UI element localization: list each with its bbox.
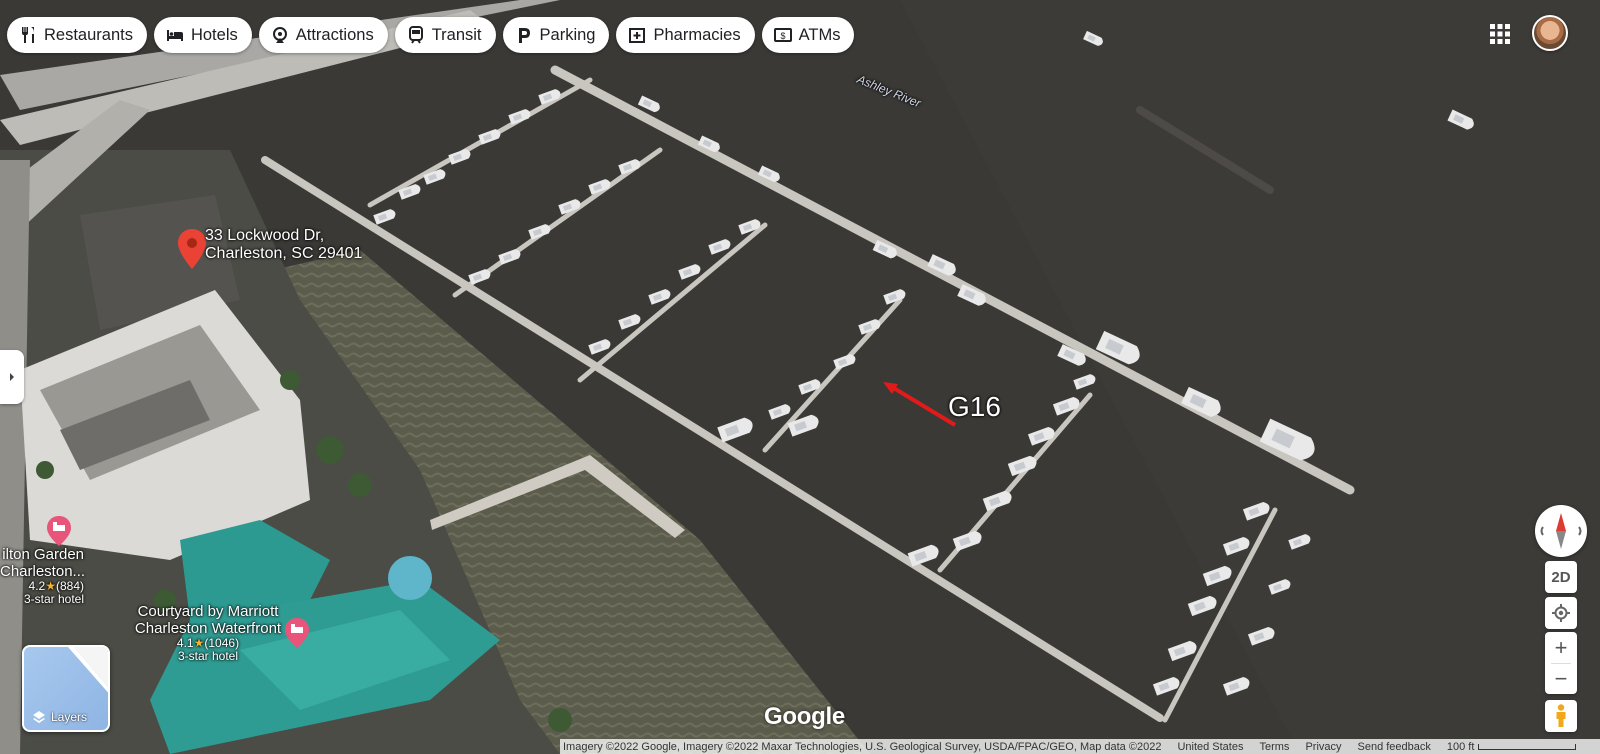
privacy-link[interactable]: Privacy xyxy=(1305,741,1341,753)
compass-button[interactable] xyxy=(1535,505,1587,557)
layers-button[interactable]: Layers xyxy=(22,645,110,732)
attraction-icon xyxy=(272,27,287,43)
chip-atms[interactable]: $ ATMs xyxy=(761,17,855,53)
my-location-button[interactable] xyxy=(1545,597,1577,629)
fork-knife-icon xyxy=(22,27,34,43)
category-chips: Restaurants Hotels Attractions Transit P… xyxy=(7,17,855,53)
pegman-icon xyxy=(1556,704,1566,727)
country-link[interactable]: United States xyxy=(1177,741,1243,753)
map-footer: Imagery ©2022 Google, Imagery ©2022 Maxa… xyxy=(560,739,1600,754)
send-feedback-link[interactable]: Send feedback xyxy=(1358,741,1431,753)
terms-link[interactable]: Terms xyxy=(1259,741,1289,753)
avatar[interactable] xyxy=(1532,15,1568,51)
chip-transit[interactable]: Transit xyxy=(394,17,496,53)
svg-text:$: $ xyxy=(780,31,785,41)
street-view-pegman-button[interactable] xyxy=(1545,700,1577,732)
2d-toggle-button[interactable]: 2D xyxy=(1545,561,1577,593)
chevron-right-icon xyxy=(10,373,14,381)
zoom-out-button[interactable]: − xyxy=(1545,663,1577,694)
chip-parking[interactable]: Parking xyxy=(502,17,610,53)
chip-hotels[interactable]: Hotels xyxy=(153,17,252,53)
bed-icon xyxy=(166,30,183,41)
my-location-icon xyxy=(1552,604,1570,622)
address-label[interactable]: 33 Lockwood Dr, Charleston, SC 29401 xyxy=(205,227,362,262)
hotel-pin-icon[interactable] xyxy=(47,516,71,546)
chip-attractions[interactable]: Attractions xyxy=(258,17,388,53)
apps-grid-icon[interactable] xyxy=(1488,22,1512,46)
scale-line xyxy=(1478,743,1577,750)
zoom-in-button[interactable]: + xyxy=(1545,632,1577,663)
train-icon xyxy=(408,26,423,44)
zoom-controls: + − xyxy=(1545,632,1577,694)
chip-pharmacies[interactable]: Pharmacies xyxy=(616,17,755,53)
hotel-label-hilton[interactable]: ilton Garden Charleston... 4.2★(884) 3-s… xyxy=(0,546,85,606)
compass-icon xyxy=(1540,513,1582,549)
google-logo: Google xyxy=(764,703,845,730)
scale-bar[interactable]: 100 ft xyxy=(1447,741,1577,753)
annotation-label: G16 xyxy=(948,391,1001,422)
parking-icon xyxy=(518,28,530,43)
collapse-side-panel-button[interactable] xyxy=(0,350,24,404)
chip-restaurants[interactable]: Restaurants xyxy=(7,17,147,53)
location-pin-icon[interactable] xyxy=(178,229,206,269)
layers-icon xyxy=(33,711,45,723)
hotel-label-courtyard[interactable]: Courtyard by Marriott Charleston Waterfr… xyxy=(120,603,296,663)
attribution-text: Imagery ©2022 Google, Imagery ©2022 Maxa… xyxy=(563,740,1162,753)
atm-icon: $ xyxy=(773,28,792,42)
pharmacy-icon xyxy=(629,28,646,43)
